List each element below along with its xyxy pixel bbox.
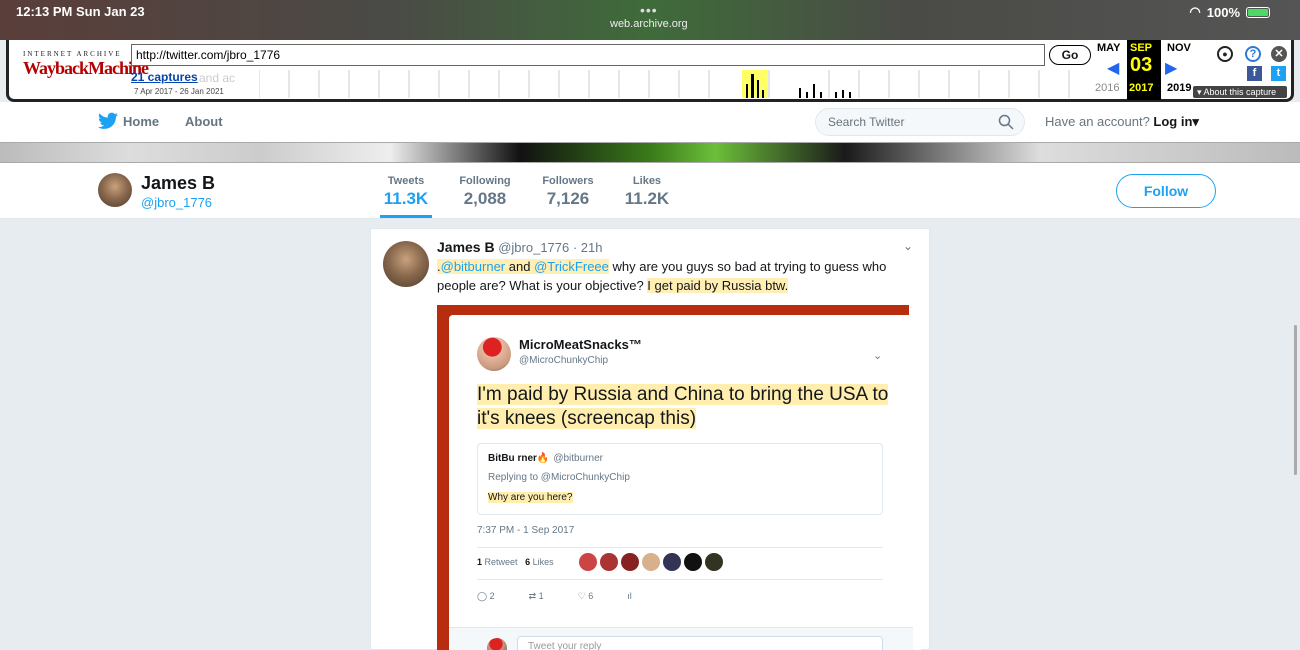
battery-percent: 100% xyxy=(1206,4,1240,20)
go-button[interactable]: Go xyxy=(1049,45,1091,65)
search-icon[interactable] xyxy=(998,114,1014,130)
twitter-bird-icon[interactable] xyxy=(98,112,118,130)
current-month: SEP xyxy=(1130,42,1153,54)
heart-icon: ♡ 6 xyxy=(577,591,594,601)
avatar xyxy=(705,553,723,571)
reply-area: Tweet your reply xyxy=(449,627,913,650)
retweet-icon: ⇄ 1 xyxy=(528,591,544,601)
captures-link[interactable]: 21 captures xyxy=(131,70,198,84)
avatar xyxy=(684,553,702,571)
tweet-card[interactable]: James B @jbro_1776 · 21h ⌄ .@bitburner a… xyxy=(370,228,930,650)
nav-home[interactable]: Home xyxy=(123,114,159,129)
stat-followers[interactable]: Followers 7,126 xyxy=(538,175,598,209)
twitter-share-icon[interactable]: t xyxy=(1271,66,1286,81)
current-capture: SEP 03 2017 xyxy=(1127,40,1161,100)
avatar xyxy=(663,553,681,571)
embedded-handle: @MicroChunkyChip xyxy=(519,355,609,366)
current-day: 03 xyxy=(1130,54,1153,76)
captures-ghost-text: and ac xyxy=(199,71,236,85)
battery-icon xyxy=(1246,6,1270,18)
tweet-author[interactable]: James B xyxy=(437,239,495,255)
prev-year[interactable]: 2016 xyxy=(1095,82,1119,94)
avatar xyxy=(600,553,618,571)
embedded-actions: ◯ 2 ⇄ 1 ♡ 6 ıl xyxy=(477,591,632,602)
current-year: 2017 xyxy=(1129,82,1154,94)
next-month-label[interactable]: NOV xyxy=(1167,42,1191,54)
tweet-header: James B @jbro_1776 · 21h xyxy=(437,239,603,255)
site-domain[interactable]: web.archive.org xyxy=(610,18,688,30)
prev-month-label[interactable]: MAY xyxy=(1097,42,1120,54)
search-input[interactable]: Search Twitter xyxy=(815,108,1025,136)
embedded-avatar xyxy=(477,337,511,371)
login-link[interactable]: Log in xyxy=(1153,114,1192,129)
scrollbar[interactable] xyxy=(1294,325,1297,475)
wayback-logo[interactable]: INTERNET ARCHIVE WaybackMachine xyxy=(23,50,149,79)
profile-strip: James B @jbro_1776 Tweets 11.3K Followin… xyxy=(0,163,1300,219)
facebook-icon[interactable]: f xyxy=(1247,66,1262,81)
next-year[interactable]: 2019 xyxy=(1167,82,1191,94)
stat-following[interactable]: Following 2,088 xyxy=(455,175,515,209)
ipad-status-bar: 12:13 PM Sun Jan 23 ••• web.archive.org … xyxy=(0,0,1300,40)
reply-avatar xyxy=(487,638,507,650)
about-capture-button[interactable]: ▾ About this capture xyxy=(1193,86,1287,98)
wayback-url-input[interactable]: http://twitter.com/jbro_1776 xyxy=(131,44,1045,66)
avatar xyxy=(579,553,597,571)
tweet-image[interactable]: MicroMeatSnacks™ @MicroChunkyChip ⌄ I'm … xyxy=(437,305,921,650)
stat-likes[interactable]: Likes 11.2K xyxy=(620,175,674,209)
prev-capture-arrow-icon[interactable]: ◀ xyxy=(1107,58,1119,78)
reply-input: Tweet your reply xyxy=(517,636,883,650)
liker-avatars xyxy=(579,553,723,571)
embedded-body: I'm paid by Russia and China to bring th… xyxy=(477,384,889,429)
quote-name: BitBu rner🔥 xyxy=(488,453,550,464)
close-icon[interactable]: ✕ xyxy=(1271,46,1287,62)
help-icon[interactable]: ? xyxy=(1245,46,1261,62)
capture-range: 7 Apr 2017 - 26 Jan 2021 xyxy=(134,87,224,96)
divider xyxy=(477,547,883,548)
wayback-toolbar: INTERNET ARCHIVE WaybackMachine http://t… xyxy=(6,40,1294,102)
wayback-icons: ● ? ✕ f t xyxy=(1215,44,1287,84)
mention-bitburner[interactable]: @bitburner xyxy=(441,259,506,274)
more-dots-icon[interactable]: ••• xyxy=(640,2,658,18)
tweet-text: .@bitburner and @TrickFreee why are you … xyxy=(437,259,887,293)
screenshot-tweet: MicroMeatSnacks™ @MicroChunkyChip ⌄ I'm … xyxy=(449,315,913,650)
tweet-meta[interactable]: @jbro_1776 · 21h xyxy=(498,240,602,255)
profile-handle[interactable]: @jbro_1776 xyxy=(141,195,212,210)
profile-banner xyxy=(0,142,1300,163)
status-time: 12:13 PM Sun Jan 23 xyxy=(16,4,145,19)
twitter-nav: Home About Search Twitter Have an accoun… xyxy=(0,102,1300,142)
quote-text: Why are you here? xyxy=(488,492,573,503)
avatar xyxy=(621,553,639,571)
stat-tweets[interactable]: Tweets 11.3K xyxy=(380,175,432,218)
mention-trickfreee[interactable]: @TrickFreee xyxy=(534,259,609,274)
next-capture-arrow-icon[interactable]: ▶ xyxy=(1165,58,1177,78)
nav-about[interactable]: About xyxy=(185,114,223,129)
wifi-icon: ◠ xyxy=(1189,4,1201,19)
quoted-tweet: BitBu rner🔥 @bitburner Replying to @Micro… xyxy=(477,443,883,515)
embedded-stats: 1 Retweet 6 Likes xyxy=(477,557,554,567)
chevron-down-icon[interactable]: ⌄ xyxy=(903,239,913,253)
tweet-avatar[interactable] xyxy=(383,241,429,287)
embedded-name: MicroMeatSnacks™ xyxy=(519,337,642,352)
status-right: ◠ 100% xyxy=(1189,4,1270,20)
embedded-timestamp: 7:37 PM - 1 Sep 2017 xyxy=(477,525,575,536)
user-icon[interactable]: ● xyxy=(1217,46,1233,62)
login-prompt: Have an account? Log in▾ xyxy=(1045,114,1199,129)
analytics-icon: ıl xyxy=(627,591,632,601)
quote-handle: @bitburner xyxy=(553,453,603,464)
quote-replying: Replying to @MicroChunkyChip xyxy=(488,472,630,483)
avatar[interactable] xyxy=(98,173,132,207)
avatar xyxy=(642,553,660,571)
profile-name[interactable]: James B xyxy=(141,173,215,194)
follow-button[interactable]: Follow xyxy=(1116,174,1216,208)
month-nav: MAY ◀ 2016 SEP 03 2017 ▶ NOV 2019 xyxy=(1095,40,1195,100)
divider xyxy=(477,579,883,580)
capture-sparkline[interactable] xyxy=(259,70,1089,98)
embedded-chevron-icon: ⌄ xyxy=(873,350,883,362)
reply-icon: ◯ 2 xyxy=(477,591,495,601)
